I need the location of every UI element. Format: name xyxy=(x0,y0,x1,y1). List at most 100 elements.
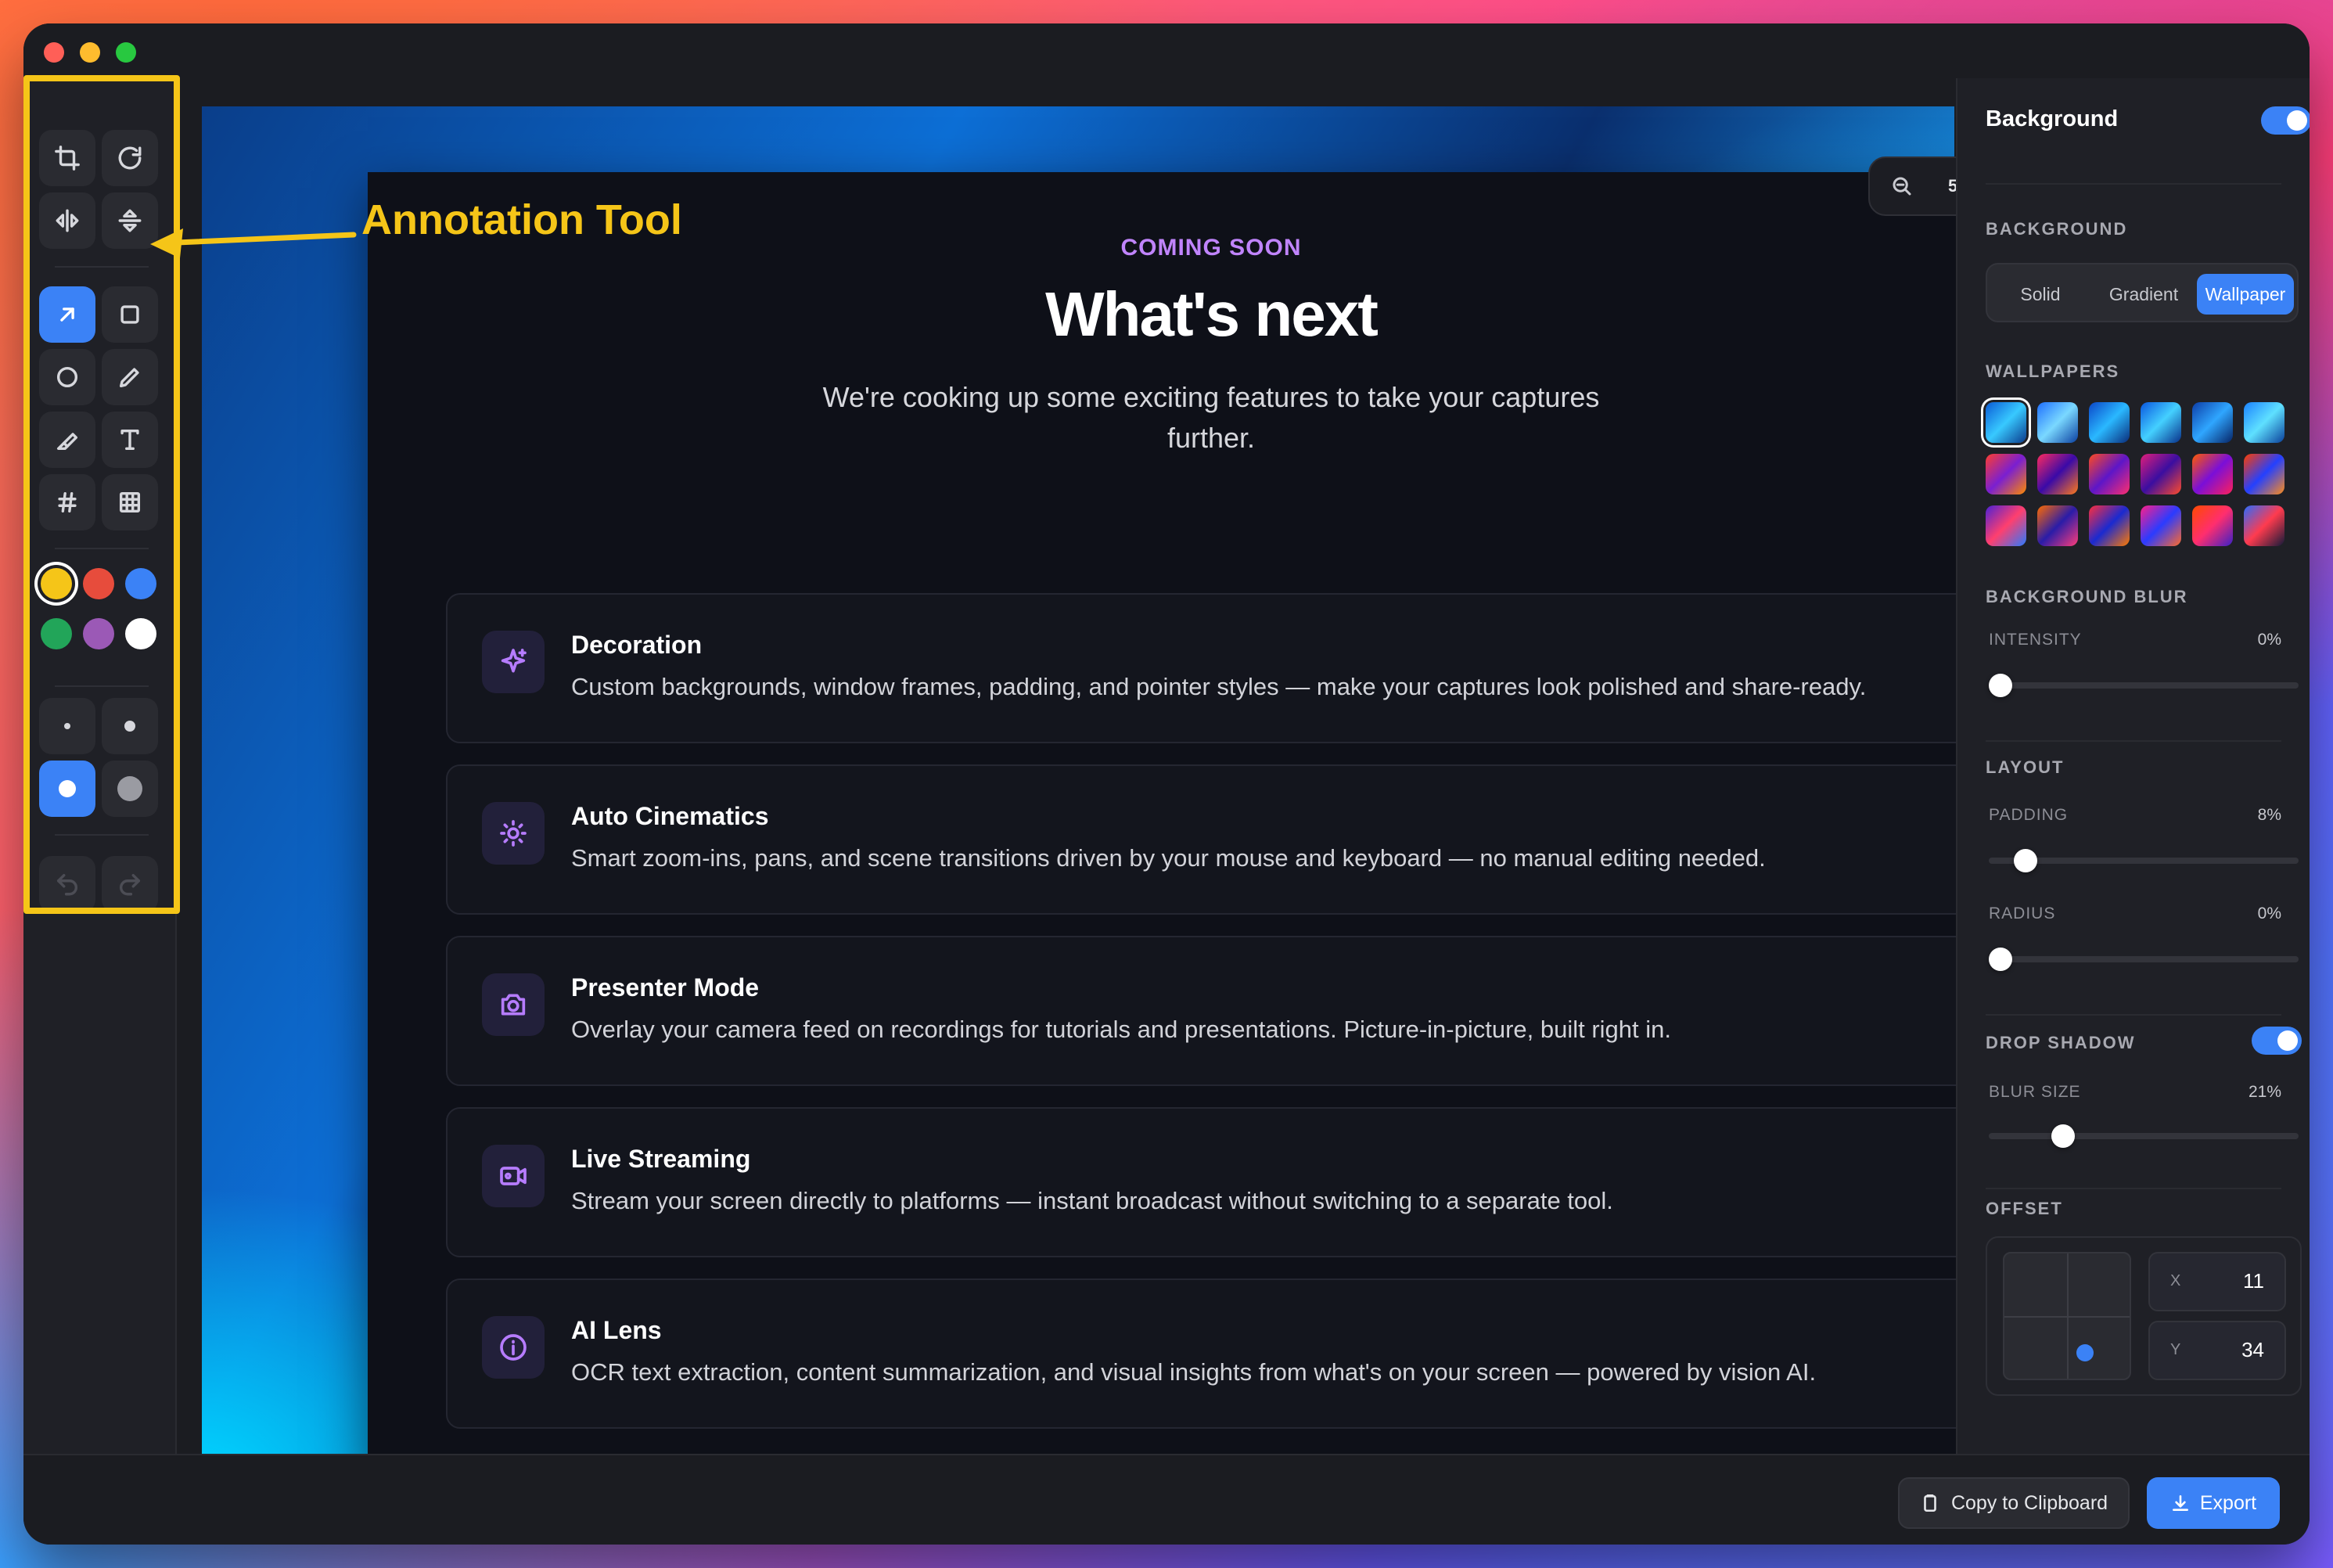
undo-icon xyxy=(56,873,77,896)
padding-label: PADDING xyxy=(1989,806,2069,824)
slider-knob[interactable] xyxy=(2014,849,2037,872)
info-icon xyxy=(500,1334,527,1361)
rectangle-tool-button[interactable] xyxy=(102,286,158,343)
text-tool-button[interactable] xyxy=(102,412,158,468)
offset-y-field[interactable]: Y 34 xyxy=(2148,1321,2286,1380)
export-label: Export xyxy=(2199,1491,2257,1514)
panel-title: Background xyxy=(1986,106,2119,131)
highlighter-tool-button[interactable] xyxy=(39,412,95,468)
wallpaper-thumbnail[interactable] xyxy=(2244,402,2284,443)
color-swatch-blue[interactable] xyxy=(125,568,156,599)
arrow-tool-button[interactable] xyxy=(39,286,95,343)
slider-knob[interactable] xyxy=(1989,948,2012,971)
rotate-icon xyxy=(118,146,142,170)
offset-x-value: 11 xyxy=(2243,1269,2264,1293)
color-swatch-yellow[interactable] xyxy=(41,568,72,599)
zoom-out-icon[interactable] xyxy=(1890,174,1914,198)
wallpaper-thumbnail[interactable] xyxy=(2192,402,2233,443)
export-button[interactable]: Export xyxy=(2147,1477,2280,1529)
drop-shadow-label: DROP SHADOW xyxy=(1986,1033,2136,1052)
pencil-tool-button[interactable] xyxy=(102,349,158,405)
offset-section-label: OFFSET xyxy=(1986,1199,2063,1218)
color-swatch-purple[interactable] xyxy=(83,618,114,649)
color-swatch-white[interactable] xyxy=(125,618,156,649)
mode-solid-button[interactable]: Solid xyxy=(1990,274,2090,315)
crop-button[interactable] xyxy=(39,130,95,186)
wallpaper-thumbnail[interactable] xyxy=(2037,505,2078,546)
dot-xlarge-icon xyxy=(117,776,142,801)
close-window-button[interactable] xyxy=(44,42,64,63)
hash-tool-button[interactable] xyxy=(39,474,95,530)
undo-button[interactable] xyxy=(39,856,95,912)
wallpaper-thumbnail[interactable] xyxy=(2037,454,2078,494)
offset-x-field[interactable]: X 11 xyxy=(2148,1252,2286,1311)
flip-horizontal-button[interactable] xyxy=(39,192,95,249)
circle-tool-button[interactable] xyxy=(39,349,95,405)
wallpaper-thumbnail[interactable] xyxy=(2244,505,2284,546)
wallpaper-thumbnail[interactable] xyxy=(2089,505,2130,546)
stroke-size-xlarge-button[interactable] xyxy=(102,761,158,817)
radius-slider[interactable] xyxy=(1989,948,2299,971)
settings-panel: Background BACKGROUND Solid Gradient Wal… xyxy=(1956,78,2310,1454)
sparkle-icon xyxy=(501,649,527,673)
stroke-size-medium-button[interactable] xyxy=(102,698,158,754)
drop-shadow-toggle[interactable] xyxy=(2252,1027,2302,1055)
intensity-slider[interactable] xyxy=(1989,674,2299,697)
offset-y-label: Y xyxy=(2170,1341,2181,1358)
subline: We're cooking up some exciting features … xyxy=(822,381,1600,454)
maximize-window-button[interactable] xyxy=(116,42,136,63)
wallpaper-thumbnail[interactable] xyxy=(2089,454,2130,494)
bottom-bar: Copy to Clipboard Export xyxy=(23,1454,2310,1545)
camera-icon xyxy=(501,994,526,1016)
video-icon xyxy=(500,1167,527,1185)
annotation-label: Annotation Tool xyxy=(361,196,682,243)
offset-pad[interactable] xyxy=(2003,1252,2131,1380)
feature-description: Stream your screen directly to platforms… xyxy=(571,1187,1613,1214)
grid-icon xyxy=(119,491,141,513)
blur-size-label: BLUR SIZE xyxy=(1989,1083,2081,1101)
download-icon xyxy=(2172,1495,2188,1511)
wallpaper-thumbnail[interactable] xyxy=(2244,454,2284,494)
wallpaper-thumbnail[interactable] xyxy=(1986,402,2026,443)
slider-knob[interactable] xyxy=(2051,1124,2075,1148)
feature-card-ai-lens: AI Lens OCR text extraction, content sum… xyxy=(446,1278,1970,1429)
offset-x-label: X xyxy=(2170,1272,2181,1289)
redo-button[interactable] xyxy=(102,856,158,912)
intensity-value: 0% xyxy=(2257,631,2281,649)
color-swatch-green[interactable] xyxy=(41,618,72,649)
feature-card-presenter-mode: Presenter Mode Overlay your camera feed … xyxy=(446,936,1970,1086)
sun-icon xyxy=(500,820,527,847)
mode-wallpaper-button[interactable]: Wallpaper xyxy=(2197,274,2294,315)
wallpaper-thumbnail[interactable] xyxy=(2192,505,2233,546)
rectangle-icon xyxy=(120,305,139,324)
wallpaper-thumbnail[interactable] xyxy=(2141,454,2181,494)
wallpaper-thumbnail[interactable] xyxy=(2037,402,2078,443)
headline: What's next xyxy=(1045,279,1379,349)
toolbar-divider xyxy=(55,834,149,836)
panel-divider xyxy=(1986,1188,2281,1189)
wallpapers-section-label: WALLPAPERS xyxy=(1986,361,2120,381)
wallpaper-thumbnail[interactable] xyxy=(2141,505,2181,546)
feature-card-auto-cinematics: Auto Cinematics Smart zoom-ins, pans, an… xyxy=(446,764,1970,915)
background-toggle[interactable] xyxy=(2261,106,2310,135)
stroke-size-large-button[interactable] xyxy=(39,761,95,817)
wallpaper-thumbnail[interactable] xyxy=(1986,454,2026,494)
stroke-size-small-button[interactable] xyxy=(39,698,95,754)
minimize-window-button[interactable] xyxy=(80,42,100,63)
offset-handle[interactable] xyxy=(2076,1344,2094,1361)
blur-size-slider[interactable] xyxy=(1989,1124,2299,1148)
padding-value: 8% xyxy=(2257,806,2281,824)
copy-to-clipboard-button[interactable]: Copy to Clipboard xyxy=(1898,1477,2130,1529)
dot-small-icon xyxy=(64,723,70,729)
wallpaper-thumbnail[interactable] xyxy=(2089,402,2130,443)
wallpaper-thumbnail[interactable] xyxy=(2141,402,2181,443)
color-swatch-red[interactable] xyxy=(83,568,114,599)
mode-gradient-button[interactable]: Gradient xyxy=(2094,274,2194,315)
offset-control: X 11 Y 34 xyxy=(1986,1236,2302,1396)
slider-knob[interactable] xyxy=(1989,674,2012,697)
grid-tool-button[interactable] xyxy=(102,474,158,530)
wallpaper-thumbnail[interactable] xyxy=(1986,505,2026,546)
wallpaper-thumbnail[interactable] xyxy=(2192,454,2233,494)
rotate-button[interactable] xyxy=(102,130,158,186)
padding-slider[interactable] xyxy=(1989,849,2299,872)
